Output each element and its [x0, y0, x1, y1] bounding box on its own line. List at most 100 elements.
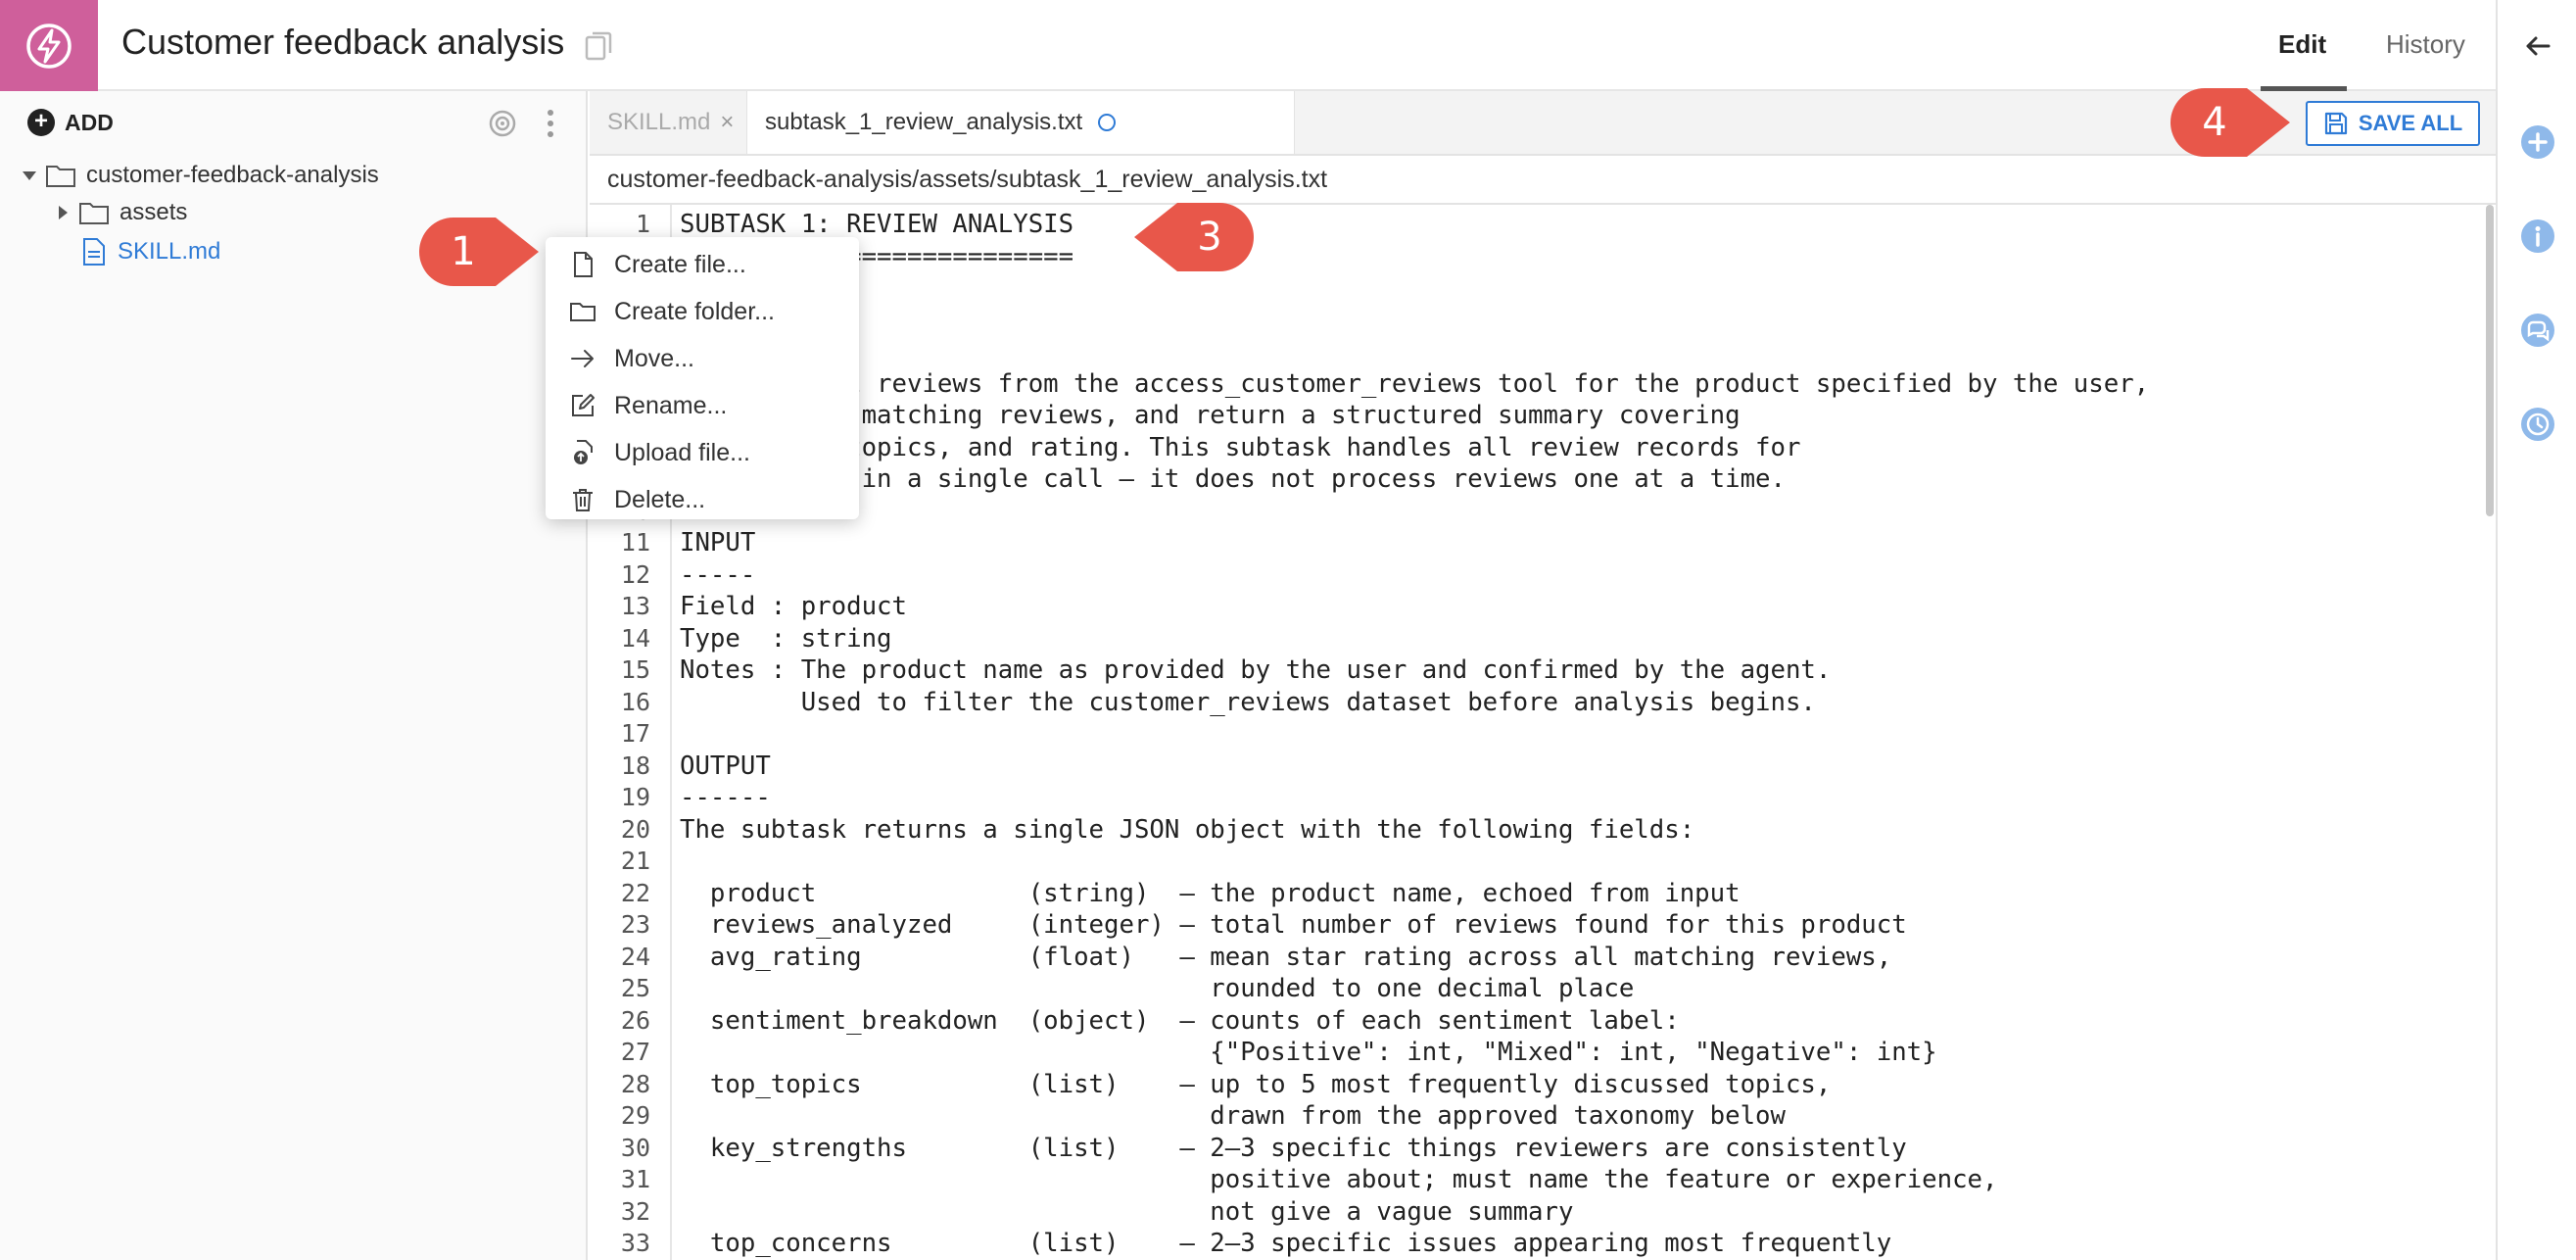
back-arrow-icon[interactable]	[2519, 27, 2556, 65]
tab-subtask-1-review-analysis[interactable]: subtask_1_review_analysis.txt	[746, 91, 1295, 154]
save-icon	[2324, 112, 2347, 135]
add-button[interactable]: + ADD	[27, 107, 114, 138]
code-line[interactable]: ------	[680, 782, 771, 814]
code-line[interactable]: top_concerns (list) — 2–3 specific issue…	[680, 1228, 1891, 1260]
code-line[interactable]: drawn from the approved taxonomy below	[680, 1100, 1786, 1133]
info-icon[interactable]	[2519, 218, 2556, 255]
menu-item-create-folder[interactable]: Create folder...	[546, 288, 859, 335]
file-icon	[574, 252, 593, 277]
line-number: 29	[620, 1101, 650, 1130]
line-number: 20	[620, 814, 650, 844]
code-line[interactable]: top_topics (list) — up to 5 most frequen…	[680, 1069, 1831, 1101]
tab-skill-md[interactable]: SKILL.md ×	[590, 91, 746, 154]
clock-icon[interactable]	[2519, 406, 2556, 443]
code-line[interactable]: reviews_analyzed (integer) — total numbe…	[680, 909, 1907, 942]
line-number: 33	[620, 1229, 650, 1257]
code-line[interactable]: SUBTASK 1: REVIEW ANALYSIS	[680, 209, 1073, 241]
code-line[interactable]: Notes : The product name as provided by …	[680, 654, 1831, 687]
code-line[interactable]: Retrieve all reviews from the access_cus…	[680, 368, 2149, 401]
code-line[interactable]: Type : string	[680, 623, 892, 655]
code-line[interactable]: OUTPUT	[680, 751, 771, 783]
arrow-right-icon	[571, 350, 594, 367]
callout-4: 4	[2171, 88, 2290, 157]
line-number: 28	[620, 1069, 650, 1098]
line-number: 19	[620, 783, 650, 811]
code-line[interactable]: key_strengths (list) — 2–3 specific thin…	[680, 1133, 1907, 1165]
caret-right-icon[interactable]	[53, 203, 72, 222]
code-line[interactable]: sentiment_breakdown (object) — counts of…	[680, 1005, 1680, 1038]
edit-icon	[572, 394, 595, 416]
context-menu: Create file... Create folder... Move... …	[546, 237, 859, 519]
line-number: 16	[620, 687, 650, 716]
folder-icon	[79, 203, 109, 224]
add-label: ADD	[65, 109, 114, 135]
callout-number: 4	[2202, 100, 2227, 145]
line-number: 21	[620, 847, 650, 875]
top-bar: Customer feedback analysis Edit History	[0, 0, 2496, 91]
menu-item-upload-file[interactable]: Upload file...	[546, 429, 859, 476]
save-all-button[interactable]: SAVE ALL	[2306, 101, 2480, 146]
code-line[interactable]: The subtask returns a single JSON object…	[680, 814, 1694, 847]
vertical-scrollbar[interactable]	[2486, 205, 2494, 516]
line-number: 32	[620, 1196, 650, 1226]
file-icon	[83, 238, 105, 266]
menu-item-move[interactable]: Move...	[546, 335, 859, 382]
callout-number: 1	[451, 229, 476, 274]
file-path: customer-feedback-analysis/assets/subtas…	[607, 165, 1328, 193]
tree-label: customer-feedback-analysis	[86, 162, 379, 188]
app-logo[interactable]	[0, 0, 98, 91]
trash-icon	[573, 489, 593, 511]
line-number: 22	[620, 878, 650, 907]
target-icon[interactable]	[488, 109, 517, 138]
line-number: 14	[620, 623, 650, 653]
code-line[interactable]: avg_rating (float) — mean star rating ac…	[680, 942, 1891, 974]
plus-circle-icon[interactable]	[2519, 123, 2556, 161]
right-rail	[2496, 0, 2576, 1260]
menu-item-label: Delete...	[614, 485, 706, 513]
line-number: 30	[620, 1133, 650, 1162]
code-line[interactable]: not give a vague summary	[680, 1196, 1573, 1229]
menu-item-delete[interactable]: Delete...	[546, 476, 859, 523]
code-line[interactable]: product (string) — the product name, ech…	[680, 878, 1741, 910]
file-path-bar: customer-feedback-analysis/assets/subtas…	[590, 156, 2496, 205]
lightning-bolt-icon	[26, 23, 72, 69]
caret-down-icon[interactable]	[20, 166, 39, 185]
tab-label: subtask_1_review_analysis.txt	[765, 109, 1083, 135]
close-icon[interactable]: ×	[720, 109, 734, 136]
code-line[interactable]: INPUT	[680, 527, 755, 559]
folder-icon	[46, 166, 75, 187]
more-options-icon[interactable]	[541, 107, 560, 140]
tree-file-skill-md[interactable]: SKILL.md	[82, 234, 220, 269]
line-number: 13	[620, 592, 650, 620]
tab-label: SKILL.md	[607, 109, 711, 135]
code-line[interactable]: positive about; must name the feature or…	[680, 1164, 1997, 1196]
copy-icon[interactable]	[584, 29, 613, 63]
callout-3: 3	[1134, 203, 1254, 271]
folder-icon	[570, 303, 596, 321]
code-line[interactable]: Used to filter the customer_reviews data…	[680, 687, 1816, 719]
code-editor[interactable]: 1210111213141516171819202122232425262728…	[590, 205, 2496, 1260]
line-number: 27	[620, 1038, 650, 1066]
code-line[interactable]: Field : product	[680, 591, 907, 623]
line-number: 18	[620, 751, 650, 780]
code-line[interactable]: {"Positive": int, "Mixed": int, "Negativ…	[680, 1037, 1936, 1069]
tree-folder-assets[interactable]: assets	[53, 195, 187, 230]
code-line[interactable]: -----	[680, 559, 755, 592]
line-number: 11	[620, 528, 650, 557]
menu-item-label: Create file...	[614, 250, 746, 278]
tree-folder-root[interactable]: customer-feedback-analysis	[20, 158, 379, 193]
callout-number: 3	[1197, 215, 1222, 260]
tree-label: assets	[119, 199, 188, 225]
plus-icon: +	[27, 109, 55, 136]
line-number: 25	[620, 974, 650, 1002]
chat-icon[interactable]	[2519, 312, 2556, 349]
line-number: 31	[620, 1165, 650, 1193]
tab-edit[interactable]: Edit	[2278, 29, 2326, 60]
menu-item-rename[interactable]: Rename...	[546, 382, 859, 429]
tab-history[interactable]: History	[2386, 29, 2465, 60]
tree-label: SKILL.md	[118, 238, 221, 265]
code-line[interactable]: rounded to one decimal place	[680, 973, 1634, 1005]
page-title: Customer feedback analysis	[121, 22, 565, 62]
menu-item-label: Create folder...	[614, 297, 775, 325]
menu-item-create-file[interactable]: Create file...	[546, 241, 859, 288]
